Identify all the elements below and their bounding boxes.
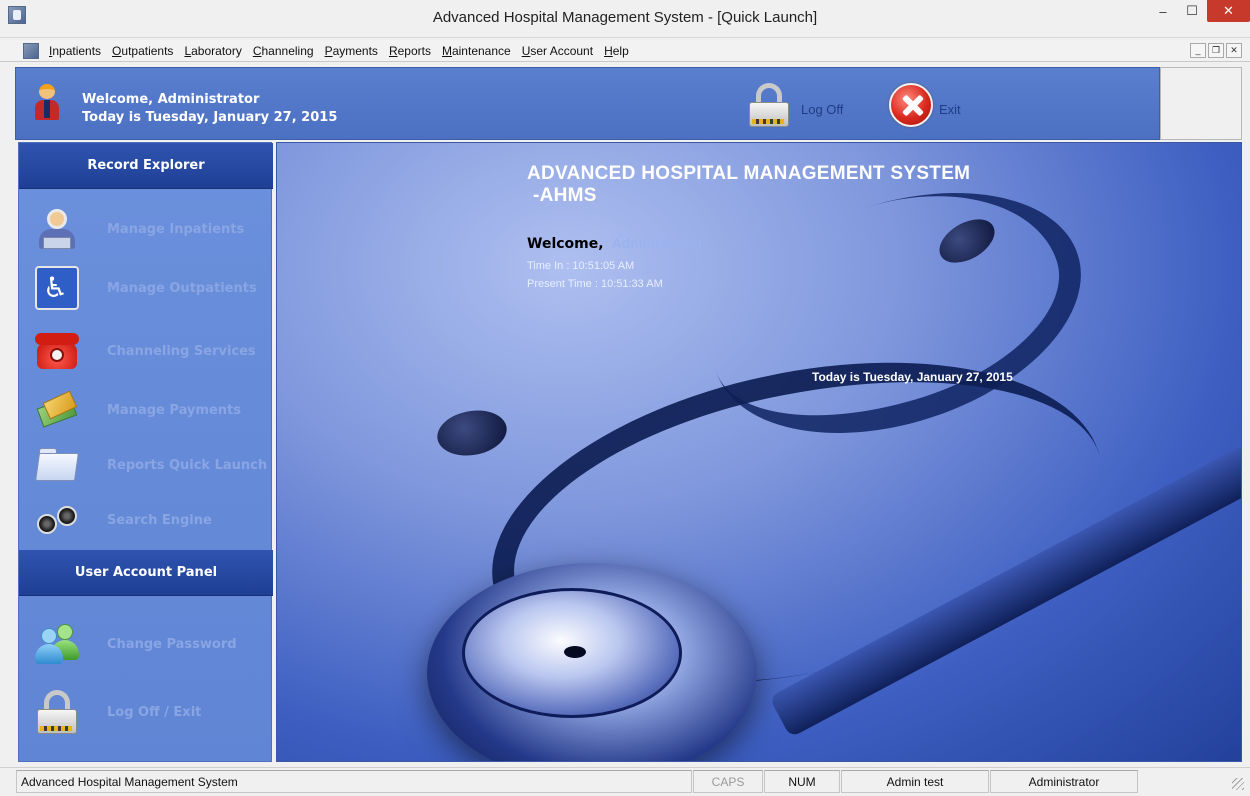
user-avatar-icon — [34, 84, 60, 122]
money-icon — [35, 388, 79, 432]
sidebar-item-change-password[interactable]: Change Password — [19, 617, 273, 671]
maximize-button[interactable]: ☐ — [1178, 0, 1206, 22]
binoculars-icon — [35, 498, 79, 542]
main-welcome: Welcome, Administrator — [527, 235, 703, 252]
mdi-child-icon[interactable] — [23, 43, 39, 59]
menu-channeling[interactable]: Channeling — [253, 44, 320, 58]
close-button[interactable]: ✕ — [1207, 0, 1250, 22]
menu-outpatients[interactable]: Outpatients — [112, 44, 179, 58]
sidebar-item-manage-inpatients[interactable]: Manage Inpatients — [19, 202, 273, 256]
record-explorer-header: Record Explorer — [19, 143, 273, 189]
menu-reports[interactable]: Reports — [389, 44, 437, 58]
sidebar-item-logoff-exit[interactable]: Log Off / Exit — [19, 685, 273, 739]
menu-items: Inpatients Outpatients Laboratory Channe… — [49, 44, 640, 58]
sidebar-item-label: Manage Inpatients — [107, 222, 245, 237]
main-title-line1: ADVANCED HOSPITAL MANAGEMENT SYSTEM — [527, 163, 971, 184]
user-account-panel-header: User Account Panel — [19, 550, 273, 596]
sidebar-item-search-engine[interactable]: Search Engine — [19, 493, 273, 547]
mdi-restore-button[interactable]: ❐ — [1208, 43, 1224, 58]
wheelchair-icon — [35, 266, 79, 310]
exit-icon — [889, 83, 933, 127]
title-bar: Advanced Hospital Management System - [Q… — [0, 0, 1250, 38]
status-role: Administrator — [990, 770, 1138, 793]
users-icon — [35, 622, 79, 666]
status-bar: Advanced Hospital Management System CAPS… — [0, 767, 1250, 796]
menu-user-account[interactable]: User Account — [522, 44, 599, 58]
sidebar-item-label: Manage Outpatients — [107, 281, 257, 296]
menu-maintenance[interactable]: Maintenance — [442, 44, 517, 58]
sidebar-item-label: Change Password — [107, 637, 237, 652]
mdi-close-button[interactable]: ✕ — [1226, 43, 1242, 58]
header-logoff-button[interactable]: Log Off — [749, 81, 859, 129]
header-side-pane — [1160, 67, 1242, 140]
sidebar-item-manage-payments[interactable]: Manage Payments — [19, 383, 273, 437]
main-welcome-label: Welcome, — [527, 236, 604, 252]
logoff-label: Log Off — [801, 102, 844, 117]
menu-inpatients[interactable]: Inpatients — [49, 44, 107, 58]
present-time-text: Present Time : 10:51:33 AM — [527, 278, 663, 290]
sidebar-item-label: Reports Quick Launch — [107, 458, 268, 473]
sidebar-item-manage-outpatients[interactable]: Manage Outpatients — [19, 261, 273, 315]
header-welcome-text: Welcome, Administrator — [82, 92, 260, 107]
lock-icon — [749, 83, 789, 127]
folder-icon — [35, 443, 79, 487]
header-date-text: Today is Tuesday, January 27, 2015 — [82, 110, 338, 125]
time-in-text: Time In : 10:51:05 AM — [527, 260, 635, 272]
menu-laboratory[interactable]: Laboratory — [184, 44, 247, 58]
status-user: Admin test — [841, 770, 989, 793]
sidebar-item-label: Search Engine — [107, 513, 212, 528]
telephone-icon — [35, 329, 79, 373]
mdi-window-controls: _ ❐ ✕ — [1190, 43, 1242, 58]
minimize-button[interactable]: – — [1149, 0, 1177, 22]
main-date-text: Today is Tuesday, January 27, 2015 — [812, 370, 1013, 384]
lock-icon — [35, 690, 79, 734]
stethoscope-center — [564, 646, 586, 658]
status-caps: CAPS — [693, 770, 763, 793]
sidebar: Record Explorer Manage Inpatients Manage… — [18, 142, 273, 762]
main-welcome-user: Administrator — [611, 235, 704, 251]
window-title: Advanced Hospital Management System - [Q… — [432, 9, 818, 26]
resize-grip[interactable] — [1232, 778, 1244, 790]
main-content: ADVANCED HOSPITAL MANAGEMENT SYSTEM -AHM… — [276, 142, 1242, 762]
sidebar-item-channeling-services[interactable]: Channeling Services — [19, 324, 273, 378]
header-exit-button[interactable]: Exit — [889, 81, 989, 129]
sidebar-item-label: Manage Payments — [107, 403, 241, 418]
menu-help[interactable]: Help — [604, 44, 635, 58]
menu-payments[interactable]: Payments — [325, 44, 384, 58]
status-app-name: Advanced Hospital Management System — [16, 770, 692, 793]
header-banner: Welcome, Administrator Today is Tuesday,… — [15, 67, 1160, 140]
main-title: ADVANCED HOSPITAL MANAGEMENT SYSTEM -AHM… — [527, 163, 970, 207]
inpatient-icon — [35, 207, 79, 251]
sidebar-item-label: Log Off / Exit — [107, 705, 202, 720]
mdi-minimize-button[interactable]: _ — [1190, 43, 1206, 58]
status-num: NUM — [764, 770, 840, 793]
sidebar-item-reports-quick-launch[interactable]: Reports Quick Launch — [19, 438, 273, 492]
menu-bar: Inpatients Outpatients Laboratory Channe… — [0, 40, 1250, 62]
stethoscope-ear-tip — [433, 405, 511, 461]
main-title-line2: -AHMS — [533, 185, 597, 206]
exit-label: Exit — [939, 102, 961, 117]
sidebar-item-label: Channeling Services — [107, 344, 256, 359]
